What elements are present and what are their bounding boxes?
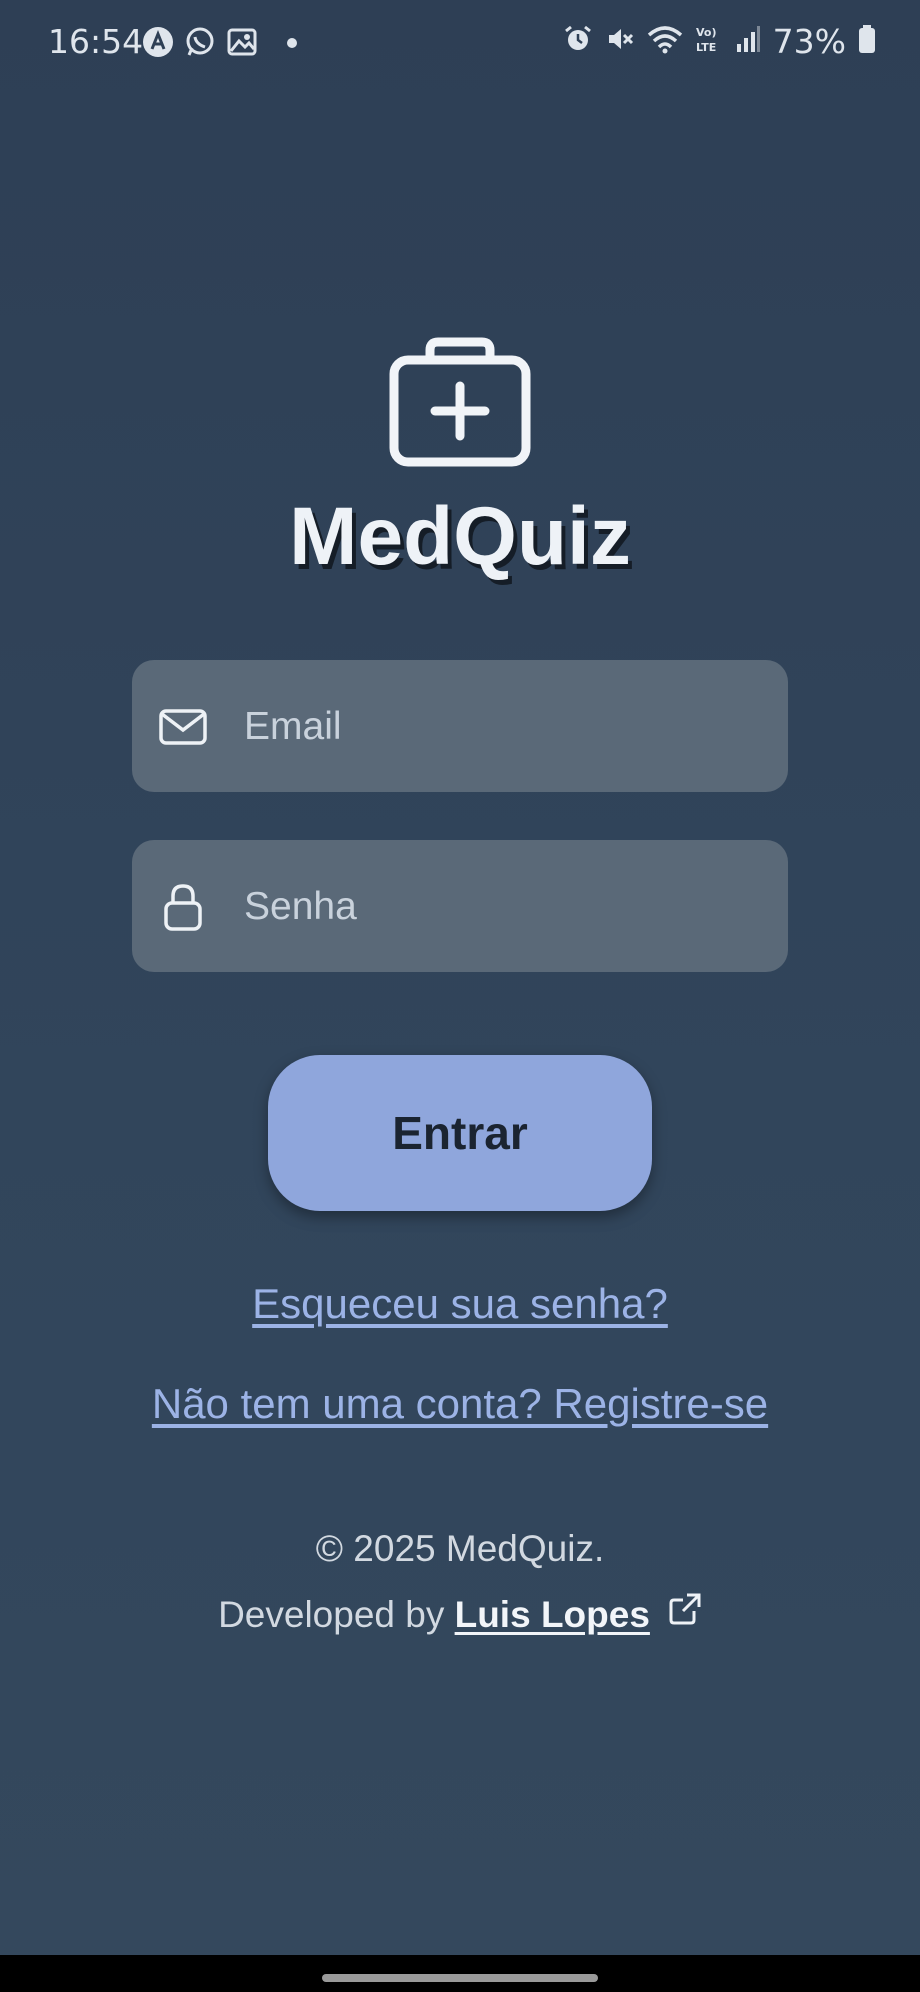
register-link[interactable]: Não tem uma conta? Registre-se bbox=[0, 1380, 920, 1428]
status-time: 16:54 bbox=[48, 22, 144, 61]
external-link-icon[interactable] bbox=[668, 1592, 702, 1635]
mute-icon bbox=[605, 24, 635, 59]
status-right-icons: Vo) LTE 73% bbox=[563, 22, 876, 61]
whatsapp-icon bbox=[184, 26, 216, 63]
app-title: MedQuiz bbox=[289, 491, 631, 582]
wifi-icon bbox=[647, 24, 683, 59]
dot-icon bbox=[286, 36, 298, 54]
home-gesture-handle[interactable] bbox=[322, 1974, 598, 1982]
app-notification-icon bbox=[142, 26, 174, 63]
lock-icon bbox=[158, 882, 208, 932]
footer-copyright: © 2025 MedQuiz. bbox=[315, 1528, 605, 1569]
svg-text:LTE: LTE bbox=[696, 41, 716, 54]
battery-icon bbox=[858, 24, 876, 59]
alarm-icon bbox=[563, 24, 593, 59]
author-link[interactable]: Luis Lopes bbox=[455, 1594, 650, 1635]
forgot-password-link[interactable]: Esqueceu sua senha? bbox=[0, 1280, 920, 1328]
mail-icon bbox=[158, 702, 208, 752]
email-input[interactable] bbox=[242, 660, 766, 794]
svg-text:Vo): Vo) bbox=[696, 26, 717, 39]
login-button[interactable]: Entrar bbox=[268, 1055, 652, 1211]
status-left-icons bbox=[142, 26, 298, 63]
password-field[interactable] bbox=[132, 840, 788, 974]
status-bar: 16:54 Vo) LTE 73% bbox=[0, 0, 920, 86]
email-field[interactable] bbox=[132, 660, 788, 794]
signal-icon bbox=[735, 24, 761, 59]
volte-icon: Vo) LTE bbox=[695, 24, 723, 59]
developed-by-label: Developed by bbox=[218, 1594, 455, 1635]
gallery-icon bbox=[226, 26, 258, 63]
password-input[interactable] bbox=[242, 840, 766, 974]
medical-kit-icon bbox=[388, 336, 532, 468]
footer-developed-by: Developed by Luis Lopes bbox=[0, 1592, 920, 1639]
battery-percent: 73% bbox=[772, 22, 846, 61]
